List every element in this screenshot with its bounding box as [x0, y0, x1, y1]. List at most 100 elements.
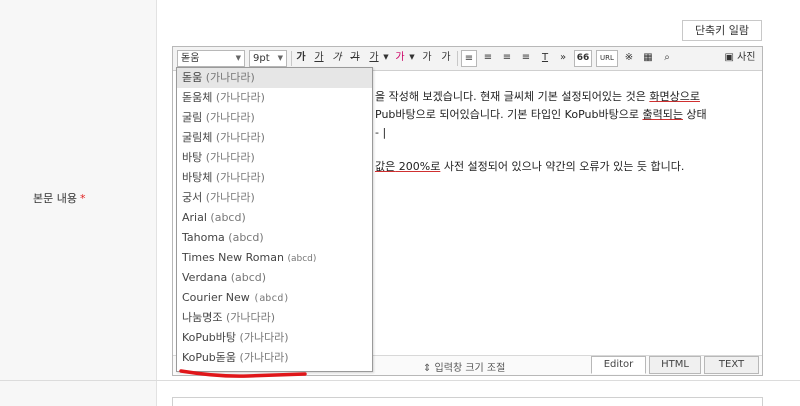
- chevron-down-icon[interactable]: ▼: [382, 50, 390, 67]
- toolbar-divider: [291, 51, 292, 66]
- font-option[interactable]: Arial (abcd): [177, 208, 372, 228]
- content-field-label: 본문 내용 *: [33, 190, 85, 206]
- font-option-sample: (가나다라): [215, 171, 265, 184]
- subscript-button[interactable]: 가: [438, 50, 454, 67]
- content-text: Pub바탕으로 되어있습니다. 기본 타입인 KoPub바탕으로: [375, 108, 643, 121]
- font-option-sample: (abcd): [228, 231, 264, 244]
- clear-format-button[interactable]: T: [537, 50, 553, 67]
- chevron-down-icon: ▼: [235, 54, 241, 62]
- content-text: 을 작성해 보겠습니다. 현재 글씨체 기본 설정되어있는 것은: [375, 90, 650, 103]
- font-option-name: 돋움: [182, 71, 203, 84]
- font-option-sample: (가나다라): [215, 91, 265, 104]
- photo-upload-button[interactable]: ▣ 사진: [720, 50, 760, 67]
- red-annotation-underline: [179, 369, 307, 378]
- superscript-button[interactable]: 가: [419, 50, 435, 67]
- font-option-sample: (가나다라): [205, 71, 255, 84]
- font-option-sample: (가나다라): [239, 331, 289, 344]
- font-option[interactable]: 나눔명조 (가나다라): [177, 308, 372, 328]
- required-mark: *: [79, 192, 86, 205]
- font-option[interactable]: Times New Roman (abcd): [177, 248, 372, 268]
- content-text: 상태: [682, 108, 707, 121]
- font-color-button[interactable]: 가: [367, 50, 381, 67]
- font-option[interactable]: KoPub바탕 (가나다라): [177, 328, 372, 348]
- font-option-sample: (가나다라): [239, 351, 289, 364]
- font-family-select[interactable]: 돋움 ▼: [177, 50, 245, 67]
- font-option-name: 굴림: [182, 111, 203, 124]
- url-link-button[interactable]: URL: [596, 50, 618, 67]
- font-option[interactable]: 돋움체 (가나다라): [177, 88, 372, 108]
- font-option[interactable]: 바탕체 (가나다라): [177, 168, 372, 188]
- font-option-name: 궁서: [182, 191, 203, 204]
- image-icon: ▣: [724, 52, 734, 63]
- chevron-down-icon[interactable]: ▼: [408, 50, 416, 67]
- font-size-select[interactable]: 9pt ▼: [249, 50, 287, 67]
- align-right-button[interactable]: ≡: [499, 50, 515, 67]
- toolbar-divider: [457, 51, 458, 66]
- font-option[interactable]: 굴림 (가나다라): [177, 108, 372, 128]
- search-icon[interactable]: ⌕: [659, 50, 675, 67]
- font-family-dropdown: 돋움 (가나다라) 돋움체 (가나다라) 굴림 (가나다라) 굴림체 (가나다라…: [176, 67, 373, 372]
- font-option[interactable]: 돋움 (가나다라): [177, 68, 372, 88]
- font-option[interactable]: 궁서 (가나다라): [177, 188, 372, 208]
- font-option[interactable]: KoPub돋움 (가나다라): [177, 348, 372, 368]
- tab-html[interactable]: HTML: [649, 356, 701, 374]
- font-option-name: Verdana: [182, 271, 228, 284]
- font-option-name: Arial: [182, 211, 207, 224]
- tab-text[interactable]: TEXT: [704, 356, 759, 374]
- font-option-name: Tahoma: [182, 231, 225, 244]
- row-divider: [0, 380, 800, 381]
- resize-handle[interactable]: ⇕ 입력창 크기 조절: [423, 359, 505, 374]
- font-option-name: KoPub돋움: [182, 351, 237, 364]
- photo-label: 사진: [737, 52, 756, 63]
- font-option-name: 나눔명조: [182, 311, 223, 324]
- font-option-sample: (abcd): [210, 211, 246, 224]
- font-family-value: 돋움: [181, 53, 200, 64]
- font-option[interactable]: Verdana (abcd): [177, 268, 372, 288]
- font-option-sample: (가나다라): [205, 191, 255, 204]
- font-option[interactable]: 바탕 (가나다라): [177, 148, 372, 168]
- content-text-underlined: 화면상으로: [649, 90, 700, 103]
- content-text: 사전 설정되어 있으나 약간의 오류가 있는 듯 합니다.: [440, 160, 685, 173]
- font-option-name: 바탕체: [182, 171, 213, 184]
- strikethrough-button[interactable]: 가: [348, 50, 362, 67]
- quote-button[interactable]: 66: [574, 50, 592, 67]
- font-option-name: 돋움체: [182, 91, 213, 104]
- underline-button[interactable]: 가: [312, 50, 326, 67]
- font-option-sample: (abcd): [253, 293, 290, 304]
- font-option-sample: (가나다라): [215, 131, 265, 144]
- font-option[interactable]: 굴림체 (가나다라): [177, 128, 372, 148]
- table-icon[interactable]: ▦: [640, 50, 656, 67]
- bold-button[interactable]: 가: [294, 50, 308, 67]
- content-label-text: 본문 내용: [33, 192, 77, 205]
- font-size-value: 9pt: [253, 53, 270, 64]
- font-option-name: 굴림체: [182, 131, 213, 144]
- font-option-name: 바탕: [182, 151, 203, 164]
- special-char-button[interactable]: ※: [621, 50, 637, 67]
- content-text-underlined: 값은: [375, 160, 396, 173]
- next-field-box: [172, 397, 763, 406]
- font-option-sample: (abcd): [230, 271, 267, 284]
- content-text-underlined: 200%로: [395, 160, 441, 173]
- tab-editor[interactable]: Editor: [591, 356, 646, 374]
- font-option[interactable]: Courier New (abcd): [177, 288, 372, 308]
- font-option-sample: (가나다라): [205, 151, 255, 164]
- chevron-down-icon: ▼: [277, 54, 283, 62]
- justify-button[interactable]: ≡: [518, 50, 534, 67]
- content-line-2: Pub바탕으로 되어있습니다. 기본 타입인 KoPub바탕으로 출력되는 상태: [375, 104, 707, 126]
- align-left-button[interactable]: ≡: [461, 50, 477, 67]
- font-option-sample: (abcd): [287, 254, 317, 264]
- content-line-3: - |: [375, 126, 387, 139]
- bg-color-button[interactable]: 가: [393, 50, 407, 67]
- font-option-sample: (가나다라): [205, 111, 255, 124]
- hotkey-list-button[interactable]: 단축키 일람: [682, 20, 762, 41]
- font-option[interactable]: Tahoma (abcd): [177, 228, 372, 248]
- align-center-button[interactable]: ≡: [480, 50, 496, 67]
- font-option-name: KoPub바탕: [182, 331, 237, 344]
- font-option-sample: (가나다라): [225, 311, 276, 324]
- font-option-name: Courier New: [182, 291, 250, 304]
- content-line-5: 값은 200%로 사전 설정되어 있으나 약간의 오류가 있는 듯 합니다.: [375, 156, 684, 178]
- content-text-underlined: 출력되는: [642, 108, 683, 121]
- more-tools-button[interactable]: »: [557, 50, 569, 67]
- italic-button[interactable]: 가: [330, 50, 344, 67]
- font-option-name: Times New Roman: [182, 251, 284, 264]
